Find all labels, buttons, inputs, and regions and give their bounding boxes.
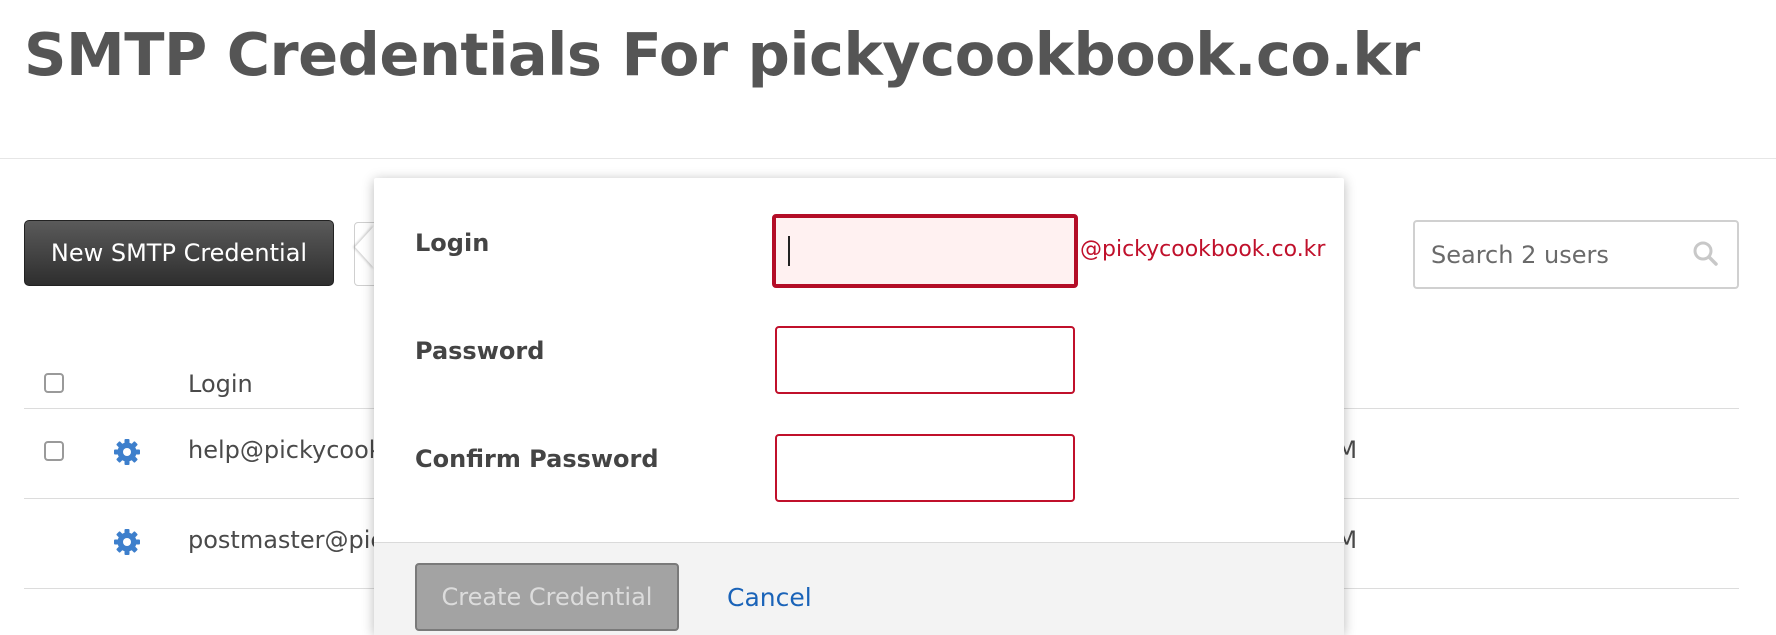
gear-icon[interactable] — [113, 438, 141, 466]
row-checkbox[interactable] — [44, 441, 64, 461]
new-credential-popover: Login @pickycookbook.co.kr Password Conf… — [374, 178, 1344, 635]
search-icon[interactable] — [1692, 240, 1718, 266]
login-label: Login — [415, 229, 490, 257]
password-label: Password — [415, 337, 545, 365]
title-divider — [0, 158, 1776, 159]
cancel-link[interactable]: Cancel — [727, 583, 812, 612]
confirm-password-input[interactable] — [775, 434, 1075, 502]
login-input[interactable] — [772, 214, 1078, 288]
gear-icon[interactable] — [113, 528, 141, 556]
column-header-login[interactable]: Login — [188, 370, 253, 398]
select-all-checkbox[interactable] — [44, 373, 64, 393]
row-login[interactable]: postmaster@pick — [188, 526, 397, 554]
login-domain-suffix: @pickycookbook.co.kr — [1080, 237, 1326, 262]
popover-footer: Create Credential Cancel — [374, 542, 1344, 635]
row-login[interactable]: help@pickycookb — [188, 436, 398, 464]
page-title: SMTP Credentials For pickycookbook.co.kr — [24, 20, 1420, 89]
search-users-input[interactable] — [1413, 220, 1739, 289]
password-input[interactable] — [775, 326, 1075, 394]
text-caret — [788, 236, 790, 266]
new-smtp-credential-button[interactable]: New SMTP Credential — [24, 220, 334, 286]
create-credential-button[interactable]: Create Credential — [415, 563, 679, 631]
confirm-password-label: Confirm Password — [415, 445, 659, 473]
popover-arrow — [355, 225, 375, 269]
